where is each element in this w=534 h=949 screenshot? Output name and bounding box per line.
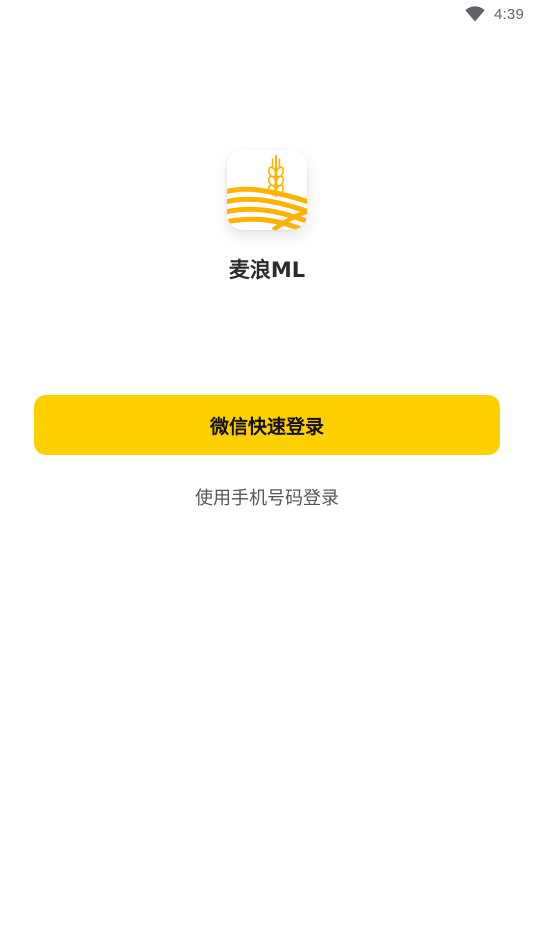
wechat-login-button[interactable]: 微信快速登录 — [34, 395, 500, 455]
app-logo — [227, 150, 307, 230]
wifi-icon — [465, 6, 485, 22]
wheat-field-logo-icon — [227, 150, 307, 230]
status-bar: 4:39 — [0, 0, 534, 28]
status-icons: 4:39 — [465, 4, 524, 24]
app-name: 麦浪ML — [228, 258, 306, 282]
login-screen: 4:39 麦浪ML 微信快速登录 使用手机号码登录 — [0, 0, 534, 949]
phone-login-link[interactable]: 使用手机号码登录 — [0, 484, 534, 510]
status-time: 4:39 — [494, 5, 524, 23]
